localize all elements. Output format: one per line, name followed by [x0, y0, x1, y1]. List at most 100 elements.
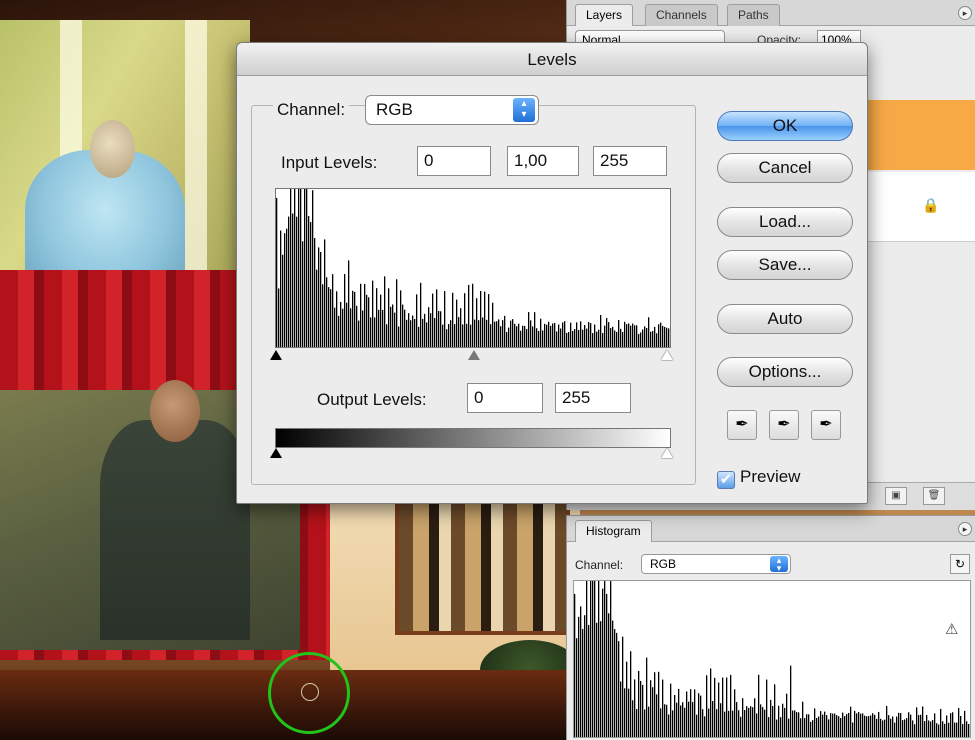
histogram-bar	[488, 294, 490, 347]
output-white-field[interactable]: 255	[555, 383, 631, 413]
black-eyedropper-icon[interactable]: ✒	[727, 410, 757, 440]
histogram-bar	[586, 581, 588, 737]
load-button[interactable]: Load...	[717, 207, 853, 237]
histogram-bar	[870, 715, 872, 737]
histogram-bar	[846, 714, 848, 737]
histogram-bar	[406, 319, 408, 347]
histogram-bar	[834, 713, 836, 737]
histogram-bar	[960, 715, 962, 737]
histogram-bar	[510, 320, 512, 347]
histogram-bar	[944, 723, 946, 737]
histogram-bar	[618, 320, 620, 347]
histogram-bar	[648, 317, 650, 347]
painted-head-bottom	[150, 380, 200, 442]
white-eyedropper-icon[interactable]: ✒	[811, 410, 841, 440]
histogram-bar	[678, 688, 680, 737]
output-black-field[interactable]: 0	[467, 383, 543, 413]
histogram-bar	[810, 721, 812, 737]
output-black-slider[interactable]	[270, 448, 282, 458]
histogram-bar	[778, 705, 780, 737]
histogram-bar	[726, 677, 728, 737]
histogram-bar	[494, 321, 496, 347]
histogram-bar	[628, 323, 630, 347]
refresh-icon[interactable]: ↻	[950, 554, 970, 574]
histogram-bar	[582, 329, 584, 347]
panel-menu-icon[interactable]: ▸	[958, 6, 972, 20]
histogram-bar	[656, 694, 658, 737]
histogram-bar	[492, 302, 494, 347]
ok-button[interactable]: OK	[717, 111, 853, 141]
histogram-bar	[656, 333, 658, 347]
histogram-bar	[630, 651, 632, 737]
white-point-slider[interactable]	[661, 350, 673, 360]
histogram-bar	[836, 715, 838, 737]
histogram-bar	[580, 321, 582, 347]
histogram-bar	[600, 621, 602, 737]
histogram-small-svg	[574, 581, 970, 737]
cancel-button[interactable]: Cancel	[717, 153, 853, 183]
channel-select[interactable]: RGB ▴ ▾	[365, 95, 539, 125]
save-button[interactable]: Save...	[717, 250, 853, 280]
input-white-field[interactable]: 255	[593, 146, 667, 176]
histogram-bar	[702, 709, 704, 737]
histogram-bar	[736, 702, 738, 737]
histogram-bar	[734, 689, 736, 737]
histogram-bar	[904, 719, 906, 737]
trash-icon[interactable]: 🗑	[923, 487, 945, 505]
histogram-channel-select[interactable]: RGB ▴ ▾	[641, 554, 791, 574]
histogram-bar	[404, 309, 406, 347]
tab-histogram[interactable]: Histogram	[575, 520, 652, 542]
output-slider[interactable]	[270, 447, 673, 461]
histogram-bar	[886, 706, 888, 737]
histogram-bar	[932, 719, 934, 737]
histogram-bar	[882, 720, 884, 737]
histogram-bar	[612, 620, 614, 737]
histogram-bar	[644, 326, 646, 347]
histogram-bar	[384, 276, 386, 347]
histogram-bar	[458, 317, 460, 347]
histogram-bar	[600, 314, 602, 347]
histogram-bar	[956, 722, 958, 737]
histogram-bar	[672, 710, 674, 737]
checkmark-icon[interactable]: ✔	[717, 471, 735, 489]
preview-checkbox[interactable]: ✔ Preview	[717, 467, 800, 489]
histogram-bar	[378, 309, 380, 347]
tab-layers[interactable]: Layers	[575, 4, 634, 26]
black-point-slider[interactable]	[270, 350, 282, 360]
input-gamma-field[interactable]: 1,00	[507, 146, 579, 176]
crosshair-cursor-icon	[301, 683, 319, 701]
histogram-bar	[392, 304, 394, 347]
histogram-bar	[674, 694, 676, 737]
levels-histogram-svg	[276, 189, 670, 347]
histogram-bar	[526, 328, 528, 347]
tab-paths[interactable]: Paths	[727, 4, 780, 26]
histogram-bar	[644, 709, 646, 737]
histogram-bar	[434, 317, 436, 347]
histogram-bar	[286, 228, 288, 347]
gray-eyedropper-icon[interactable]: ✒	[769, 410, 799, 440]
new-layer-icon[interactable]: ▣	[885, 487, 907, 505]
histogram-bar	[554, 322, 556, 347]
warning-icon[interactable]: ⚠	[945, 620, 958, 638]
histogram-bar	[922, 706, 924, 737]
panel-menu-icon[interactable]: ▸	[958, 522, 972, 536]
histogram-bar	[438, 311, 440, 347]
histogram-bar	[660, 708, 662, 737]
histogram-bar	[432, 293, 434, 347]
histogram-bar	[652, 687, 654, 737]
tab-channels[interactable]: Channels	[645, 4, 718, 26]
options-button[interactable]: Options...	[717, 357, 853, 387]
output-white-slider[interactable]	[661, 448, 673, 458]
histogram-bar	[564, 321, 566, 347]
histogram-bar	[928, 720, 930, 737]
histogram-bar	[660, 322, 662, 347]
histogram-bar	[848, 712, 850, 737]
histogram-bar	[324, 239, 326, 347]
input-slider[interactable]	[270, 348, 673, 362]
input-black-field[interactable]: 0	[417, 146, 491, 176]
histogram-bar	[524, 325, 526, 347]
auto-button[interactable]: Auto	[717, 304, 853, 334]
gamma-slider[interactable]	[468, 350, 480, 360]
histogram-bar	[658, 324, 660, 347]
histogram-bar	[276, 197, 278, 347]
